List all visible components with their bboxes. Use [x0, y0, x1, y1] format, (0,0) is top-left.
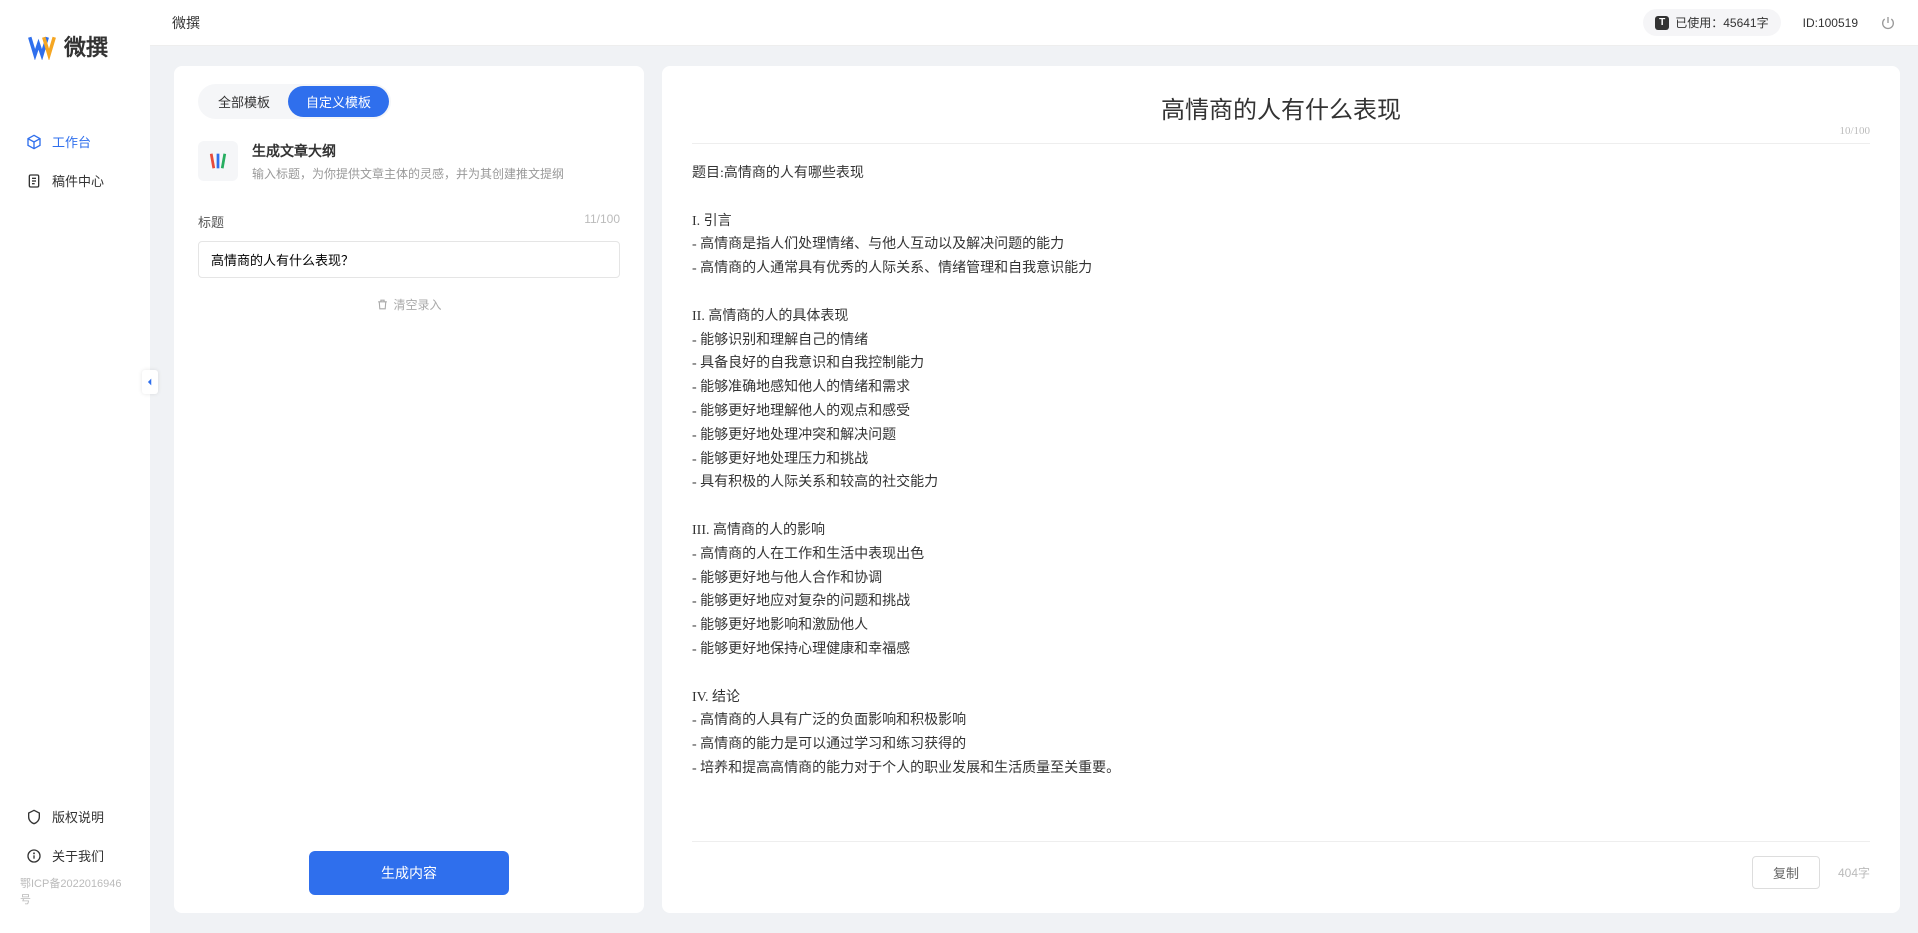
content: 全部模板 自定义模板 生成文章大纲 输入标题，为你提供文章主体的灵感，并为其创建…	[150, 46, 1918, 933]
power-icon[interactable]	[1880, 15, 1896, 31]
tab-custom-templates[interactable]: 自定义模板	[288, 86, 389, 117]
nav-item-copyright[interactable]: 版权说明	[0, 797, 150, 836]
title-field-count: 11/100	[584, 212, 620, 231]
cube-icon	[26, 134, 42, 150]
title-field-label: 标题	[198, 212, 224, 231]
nav-label: 版权说明	[52, 807, 104, 826]
usage-pill[interactable]: T 已使用：45641字	[1643, 9, 1780, 36]
logo: 微撰	[0, 30, 150, 92]
header: 微撰 T 已使用：45641字 ID:100519	[150, 0, 1918, 46]
trash-icon	[376, 298, 389, 311]
tab-all-templates[interactable]: 全部模板	[200, 86, 288, 117]
title-field-row: 标题 11/100	[198, 212, 620, 231]
clear-label: 清空录入	[393, 296, 441, 313]
usage-label: 已使用：45641字	[1675, 14, 1768, 31]
sidebar-collapse-button[interactable]	[142, 370, 158, 394]
clear-input-button[interactable]: 清空录入	[198, 296, 620, 313]
panel-right: 高情商的人有什么表现 10/100 题目:高情商的人有哪些表现 I. 引言 - …	[662, 66, 1900, 913]
text-icon: T	[1655, 16, 1669, 30]
template-card-text: 生成文章大纲 输入标题，为你提供文章主体的灵感，并为其创建推文提纲	[252, 141, 564, 182]
template-title: 生成文章大纲	[252, 141, 564, 161]
logo-icon	[28, 32, 56, 60]
output-title-count: 10/100	[1839, 125, 1870, 137]
document-icon	[26, 173, 42, 189]
template-card[interactable]: 生成文章大纲 输入标题，为你提供文章主体的灵感，并为其创建推文提纲	[198, 141, 620, 182]
nav-label: 稿件中心	[52, 171, 104, 190]
template-desc: 输入标题，为你提供文章主体的灵感，并为其创建推文提纲	[252, 165, 564, 182]
nav-item-workbench[interactable]: 工作台	[0, 122, 150, 161]
copy-button[interactable]: 复制	[1752, 856, 1820, 889]
output-title-row: 高情商的人有什么表现 10/100	[692, 90, 1870, 144]
logo-text: 微撰	[64, 30, 108, 62]
nav-label: 工作台	[52, 132, 91, 151]
nav-item-drafts[interactable]: 稿件中心	[0, 161, 150, 200]
output-footer: 复制 404字	[692, 841, 1870, 889]
template-card-icon	[198, 141, 238, 181]
icp-text: 鄂ICP备2022016946号	[0, 875, 150, 913]
chevron-left-icon	[145, 377, 155, 387]
header-title: 微撰	[172, 13, 200, 33]
nav-main: 工作台 稿件中心	[0, 92, 150, 797]
template-tabs: 全部模板 自定义模板	[198, 84, 391, 119]
panel-left: 全部模板 自定义模板 生成文章大纲 输入标题，为你提供文章主体的灵感，并为其创建…	[174, 66, 644, 913]
output-body[interactable]: 题目:高情商的人有哪些表现 I. 引言 - 高情商是指人们处理情绪、与他人互动以…	[692, 144, 1870, 841]
main: 微撰 T 已使用：45641字 ID:100519 全部模板 自定义模板	[150, 0, 1918, 933]
user-id: ID:100519	[1803, 16, 1858, 30]
header-right: T 已使用：45641字 ID:100519	[1643, 9, 1896, 36]
sidebar: 微撰 工作台 稿件中心 版权说明	[0, 0, 150, 933]
nav-item-about[interactable]: 关于我们	[0, 836, 150, 875]
info-icon	[26, 848, 42, 864]
nav-label: 关于我们	[52, 846, 104, 865]
output-word-count: 404字	[1838, 864, 1870, 881]
generate-button[interactable]: 生成内容	[309, 851, 509, 895]
title-input[interactable]	[198, 241, 620, 278]
shield-icon	[26, 809, 42, 825]
nav-bottom: 版权说明 关于我们 鄂ICP备2022016946号	[0, 797, 150, 933]
output-title: 高情商的人有什么表现	[1161, 98, 1401, 124]
